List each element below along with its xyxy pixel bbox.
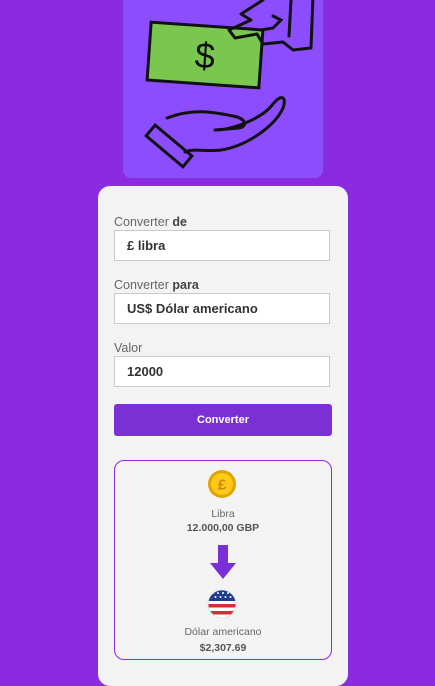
- amount-input[interactable]: 12000: [114, 356, 330, 387]
- from-label: Converter de: [114, 215, 187, 229]
- to-currency-value: US$ Dólar americano: [127, 301, 258, 316]
- us-flag-icon: [207, 589, 237, 619]
- to-currency-select[interactable]: US$ Dólar americano: [114, 293, 330, 324]
- hero-illustration: $: [123, 0, 323, 178]
- to-amount: $2,307.69: [199, 642, 247, 654]
- result-panel: £ Libra 12.000,00 GBP Dólar americano $2…: [114, 460, 332, 660]
- convert-button[interactable]: Converter: [114, 404, 332, 436]
- converter-card: Converter de £ libra Converter para US$ …: [98, 186, 348, 686]
- to-label: Converter para: [114, 278, 199, 292]
- pound-coin-icon: £: [208, 470, 236, 498]
- money-exchange-icon: $: [144, 0, 315, 169]
- svg-text:£: £: [218, 477, 227, 494]
- to-currency-name: Dólar americano: [184, 626, 262, 638]
- arrow-down-icon: [210, 545, 236, 579]
- amount-label: Valor: [114, 341, 143, 355]
- from-currency-value: £ libra: [127, 238, 166, 253]
- from-currency-name: Libra: [211, 508, 235, 520]
- amount-value: 12000: [127, 364, 164, 379]
- svg-text:$: $: [194, 34, 217, 76]
- from-currency-select[interactable]: £ libra: [114, 230, 330, 261]
- from-amount: 12.000,00 GBP: [186, 522, 260, 534]
